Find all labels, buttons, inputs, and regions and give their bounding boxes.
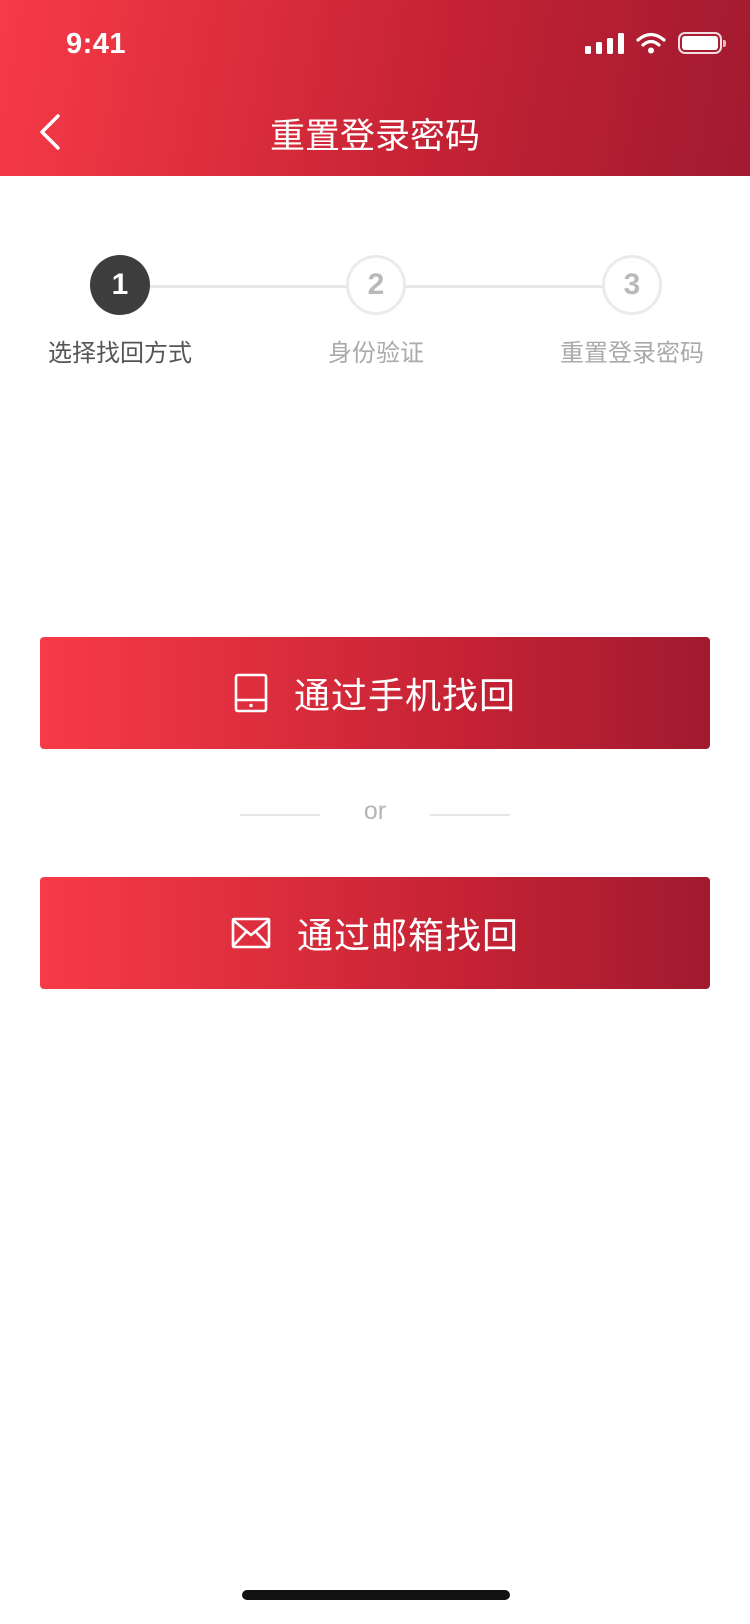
page-title: 重置登录密码: [269, 117, 480, 156]
step-1-label: 选择找回方式: [48, 340, 192, 367]
cellular-signal-icon: [585, 32, 624, 54]
step-2-circle: 2: [346, 255, 406, 315]
status-time: 9:41: [66, 28, 127, 60]
recover-by-phone-label: 通过手机找回: [293, 675, 516, 716]
step-3-circle: 3: [602, 255, 662, 315]
step-3-label: 重置登录密码: [560, 340, 704, 367]
recover-by-email-button[interactable]: 通过邮箱找回: [40, 877, 710, 989]
step-1-circle: 1: [90, 255, 150, 315]
or-text: or: [363, 797, 387, 825]
divider-line: [430, 814, 510, 816]
tablet-icon: [234, 673, 268, 713]
recover-by-phone-button[interactable]: 通过手机找回: [40, 637, 710, 749]
step-2-label: 身份验证: [328, 340, 424, 367]
header: 9:41 重置登录密码: [0, 0, 750, 176]
step-connector: [150, 285, 346, 288]
or-divider: or: [0, 795, 750, 835]
status-icons: [585, 32, 726, 54]
step-indicator: 1 2 3 选择找回方式 身份验证 重置登录密码: [0, 255, 750, 375]
wifi-icon: [636, 32, 666, 54]
mail-icon: [231, 917, 271, 949]
battery-icon: [678, 32, 726, 54]
step-connector: [406, 285, 602, 288]
recover-by-email-label: 通过邮箱找回: [296, 915, 519, 956]
home-indicator[interactable]: [242, 1590, 510, 1600]
